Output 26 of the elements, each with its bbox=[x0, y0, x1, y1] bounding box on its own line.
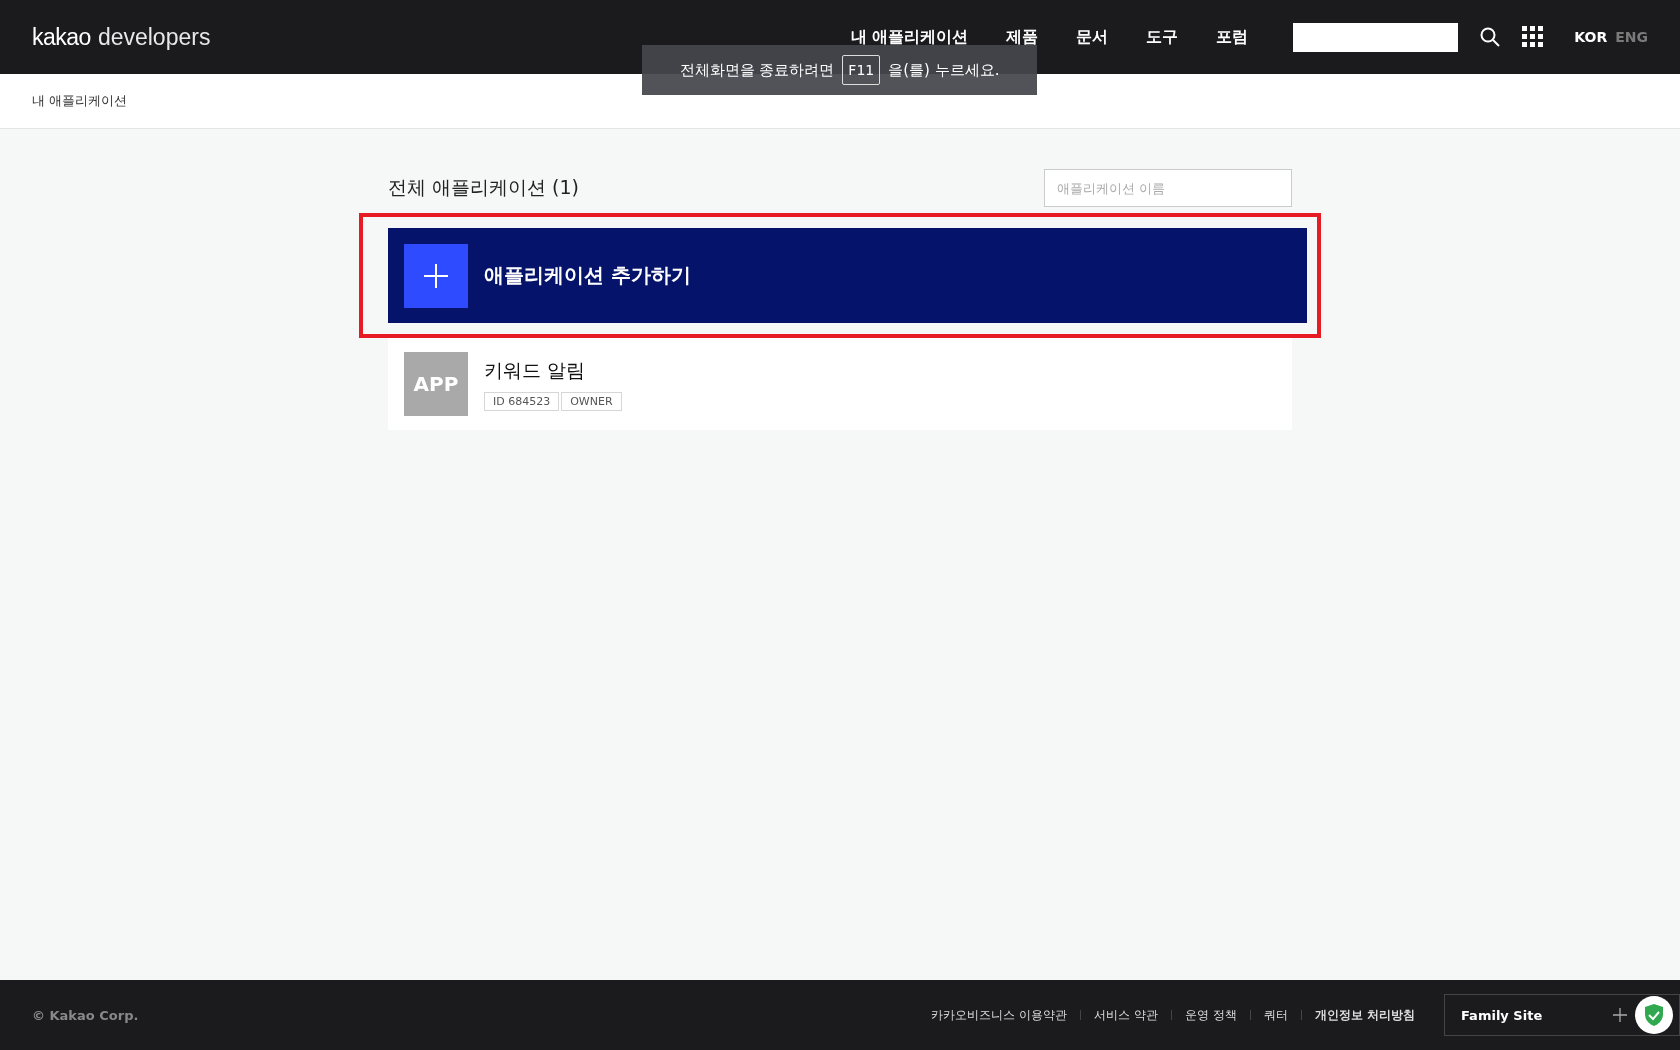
footer-link[interactable]: 쿼터 bbox=[1250, 1006, 1301, 1024]
breadcrumb[interactable]: 내 애플리케이션 bbox=[32, 92, 128, 110]
app-card[interactable]: APP 키워드 알림 ID 684523 OWNER bbox=[388, 338, 1292, 430]
footer-link[interactable]: 서비스 약관 bbox=[1081, 1006, 1171, 1024]
language-link[interactable]: KOR bbox=[1574, 29, 1608, 45]
footer-link[interactable]: 카카오비즈니스 이용약관 bbox=[918, 1006, 1081, 1024]
nav-link[interactable]: 포럼 bbox=[1197, 26, 1268, 48]
nav-link[interactable]: 제품 bbox=[987, 26, 1058, 48]
tag: OWNER bbox=[561, 391, 622, 411]
notice-text: 전체화면을 종료하려면 bbox=[679, 60, 835, 80]
copyright: © Kakao Corp. bbox=[32, 1007, 139, 1023]
notice-text: 을(를) 누르세요. bbox=[888, 60, 1000, 80]
search-field[interactable]: 애플리케이션 이름 bbox=[1044, 169, 1292, 207]
section-title: 전체 애플리케이션 (1) bbox=[388, 175, 579, 200]
footer-link[interactable]: 개인정보 처리방침 bbox=[1301, 1006, 1428, 1024]
app-name[interactable]: 키워드 알림 bbox=[484, 357, 622, 384]
app-icon: APP bbox=[404, 352, 468, 416]
key-label: F11 bbox=[842, 55, 881, 85]
language-link[interactable]: ENG bbox=[1615, 29, 1648, 45]
nav-link[interactable]: 도구 bbox=[1127, 26, 1198, 48]
logo[interactable]: kakao developers bbox=[32, 23, 211, 51]
add-app-button[interactable]: 애플리케이션 추가하기 bbox=[388, 228, 1307, 323]
tag: ID 684523 bbox=[484, 391, 560, 411]
nav-link[interactable]: 내 애플리케이션 bbox=[831, 26, 988, 48]
footer-link[interactable]: 운영 정책 bbox=[1172, 1006, 1250, 1024]
nav-link[interactable]: 문서 bbox=[1057, 26, 1128, 48]
